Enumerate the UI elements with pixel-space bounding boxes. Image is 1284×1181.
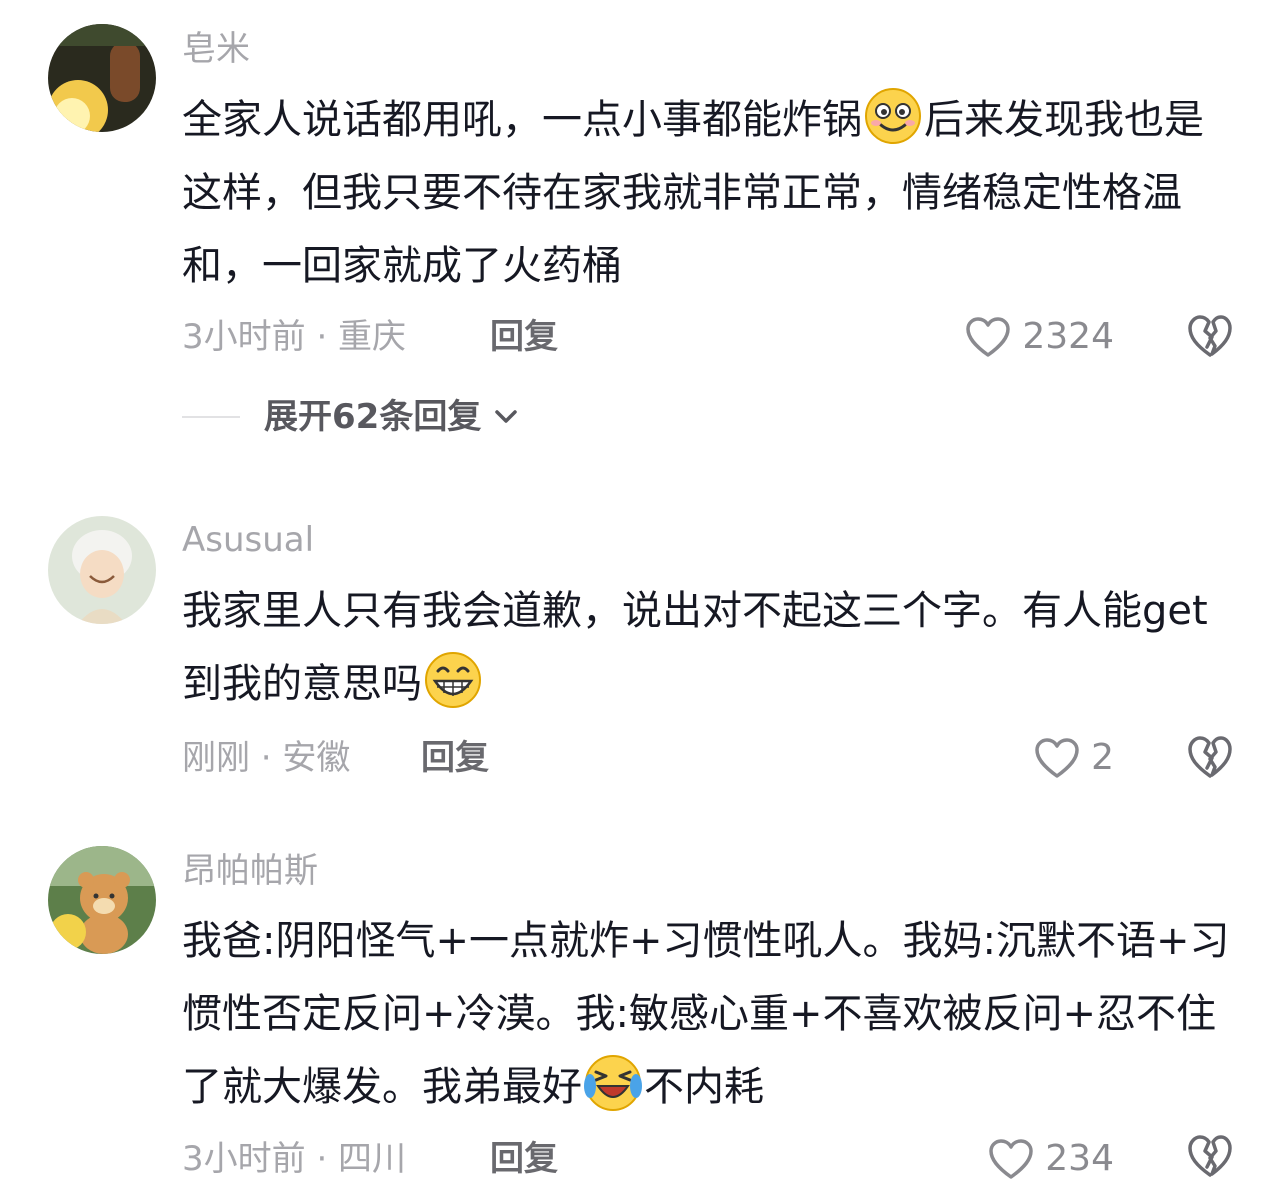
heart-icon <box>966 317 1011 357</box>
like-button[interactable]: 234 <box>987 1137 1114 1181</box>
reply-button[interactable]: 回复 <box>421 736 489 780</box>
comment-username[interactable]: Asusual <box>182 518 314 562</box>
heart-icon <box>1035 738 1079 778</box>
silly-face-icon <box>864 87 922 145</box>
chevron-down-icon <box>495 410 518 423</box>
avatar[interactable] <box>48 846 156 954</box>
reply-button[interactable]: 回复 <box>490 315 558 359</box>
expand-replies-label: 展开62条回复 <box>264 397 482 437</box>
expand-replies-button[interactable]: 展开62条回复 <box>182 395 519 439</box>
grinning-teeth-icon <box>424 651 482 709</box>
comment-username[interactable]: 皂米 <box>182 27 250 71</box>
comment-text: 我爸:阴阳怪气+一点就炸+习惯性吼人。我妈:沉默不语+习惯性否定反问+冷漠。我:… <box>182 905 1242 1124</box>
divider <box>182 416 240 418</box>
comment-username[interactable]: 昂帕帕斯 <box>182 849 318 893</box>
comment-text: 我家里人只有我会道歉，说出对不起这三个字。有人能get到我的意思吗 <box>182 575 1242 721</box>
comment-text-part: 不内耗 <box>644 1064 764 1110</box>
comment-meta: 3小时前 · 四川 <box>182 1139 407 1179</box>
like-button[interactable]: 2 <box>1033 736 1114 780</box>
avatar[interactable] <box>48 516 156 624</box>
comment-text: 全家人说话都用吼，一点小事都能炸锅 后来发现我也是这样，但我只要不待在家我就非常… <box>182 84 1242 303</box>
dislike-button[interactable] <box>1186 734 1234 780</box>
broken-heart-icon <box>1188 1135 1232 1177</box>
laughing-crying-icon <box>584 1054 642 1112</box>
broken-heart-icon <box>1188 736 1232 778</box>
heart-icon <box>989 1139 1034 1179</box>
comment-text-part: 全家人说话都用吼，一点小事都能炸锅 <box>182 97 862 143</box>
avatar[interactable] <box>48 24 156 132</box>
comment-meta: 3小时前 · 重庆 <box>182 317 407 357</box>
like-button[interactable]: 2324 <box>964 315 1114 359</box>
broken-heart-icon <box>1188 315 1232 357</box>
reply-button[interactable]: 回复 <box>490 1137 558 1181</box>
comment-text-part: 我家里人只有我会道歉，说出对不起这三个字。有人能get到我的意思吗 <box>182 588 1208 707</box>
dislike-button[interactable] <box>1186 313 1234 359</box>
dislike-button[interactable] <box>1186 1133 1234 1179</box>
like-count: 2 <box>1091 737 1114 778</box>
comment-meta: 刚刚 · 安徽 <box>182 738 351 778</box>
like-count: 234 <box>1045 1138 1114 1179</box>
like-count: 2324 <box>1022 316 1114 357</box>
